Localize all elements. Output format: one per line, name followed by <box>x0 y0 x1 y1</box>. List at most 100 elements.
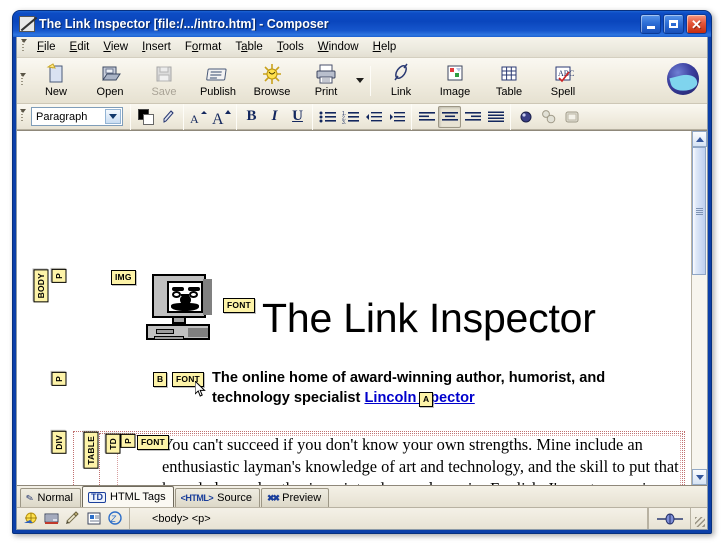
menubar-grip[interactable] <box>20 39 27 55</box>
scroll-up-arrow-icon <box>695 136 704 142</box>
tag-td[interactable]: TD <box>106 434 121 454</box>
tab-normal[interactable]: ✎ Normal <box>20 488 81 507</box>
italic-icon: I <box>271 108 278 124</box>
print-dropdown-button[interactable] <box>353 60 367 102</box>
window-title: The Link Inspector [file:/.../intro.htm]… <box>39 17 329 31</box>
svg-text:3.: 3. <box>342 120 346 124</box>
mouse-cursor <box>195 381 206 397</box>
bold-button[interactable]: B <box>240 106 263 128</box>
mozilla-lizard-icon[interactable] <box>667 63 699 95</box>
menu-help[interactable]: Help <box>366 39 404 55</box>
menu-edit[interactable]: Edit <box>63 39 97 55</box>
tag-table[interactable]: TABLE <box>84 432 99 469</box>
browser-status-icon[interactable] <box>23 511 39 526</box>
chat-status-icon[interactable]: Z <box>107 511 123 526</box>
tag-b[interactable]: B <box>153 372 168 387</box>
tag-p-2[interactable]: P <box>52 372 67 386</box>
bullet-list-button[interactable] <box>316 106 339 128</box>
document-canvas[interactable]: The Link Inspector The online home of aw… <box>17 131 691 485</box>
text-color-swatch[interactable] <box>134 106 157 128</box>
addressbook-status-icon[interactable] <box>86 511 102 526</box>
svg-text:A: A <box>190 112 199 125</box>
browse-sun-icon <box>260 63 284 85</box>
scroll-down-button[interactable] <box>692 469 707 485</box>
decrease-font-size-button[interactable]: A <box>187 106 210 128</box>
tag-div[interactable]: DIV <box>52 431 67 454</box>
tag-img[interactable]: IMG <box>111 270 136 285</box>
tag-p-1[interactable]: P <box>52 269 67 283</box>
chevron-down-icon <box>356 78 364 83</box>
hero-image[interactable] <box>144 274 214 340</box>
outdent-button[interactable] <box>362 106 385 128</box>
bullet-list-icon <box>319 111 336 122</box>
increase-font-size-button[interactable]: A <box>210 106 233 128</box>
tab-preview[interactable]: ✖✖ Preview <box>261 488 330 507</box>
window-titlebar[interactable]: The Link Inspector [file:/.../intro.htm]… <box>13 11 711 37</box>
scrollbar-thumb[interactable] <box>692 147 706 275</box>
statusbar: Z <body> <p> <box>17 507 707 529</box>
menu-insert[interactable]: Insert <box>135 39 178 55</box>
tag-font-1[interactable]: FONT <box>223 298 255 313</box>
indent-icon <box>389 111 405 121</box>
tag-font-3[interactable]: FONT <box>137 435 169 450</box>
insert-extra-button[interactable] <box>560 106 583 128</box>
maximize-button[interactable] <box>663 14 684 34</box>
open-button-label: Open <box>96 86 124 98</box>
align-left-button[interactable] <box>415 106 438 128</box>
tab-normal-label: Normal <box>37 492 73 504</box>
spell-button[interactable]: ABC Spell <box>536 60 590 102</box>
vertical-scrollbar[interactable] <box>691 131 707 485</box>
toolbar-grip[interactable] <box>19 72 26 89</box>
minimize-icon <box>646 26 655 29</box>
align-right-button[interactable] <box>461 106 484 128</box>
composer-window: The Link Inspector [file:/.../intro.htm]… <box>12 10 712 534</box>
open-button[interactable]: Open <box>83 60 137 102</box>
scrollbar-track[interactable] <box>692 147 707 469</box>
highlight-color-button[interactable] <box>157 106 180 128</box>
tab-source[interactable]: <HTML> Source <box>174 488 261 507</box>
close-button[interactable]: ✕ <box>686 14 707 34</box>
print-button[interactable]: Print <box>299 60 353 102</box>
tag-body[interactable]: BODY <box>34 269 49 303</box>
formatbar-grip[interactable] <box>19 108 26 125</box>
menu-table[interactable]: Table <box>228 39 270 55</box>
align-center-button[interactable] <box>438 105 461 128</box>
align-justify-button[interactable] <box>484 106 507 128</box>
save-button[interactable]: Save <box>137 60 191 102</box>
spellcheck-abc-icon: ABC <box>551 63 575 85</box>
image-button[interactable]: Image <box>428 60 482 102</box>
align-justify-icon <box>487 111 504 122</box>
table-grid-icon <box>497 63 521 85</box>
minimize-button[interactable] <box>640 14 661 34</box>
numbered-list-button[interactable]: 1. 2. 3. <box>339 106 362 128</box>
indent-button[interactable] <box>385 106 408 128</box>
numbered-list-icon: 1.2.3. <box>342 111 359 124</box>
menu-window[interactable]: Window <box>311 39 366 55</box>
menu-file[interactable]: File <box>30 39 63 55</box>
publish-button-label: Publish <box>199 86 237 98</box>
chevron-down-icon[interactable] <box>105 109 121 124</box>
scroll-up-button[interactable] <box>692 131 707 147</box>
browse-button-label: Browse <box>253 86 291 98</box>
composer-status-icon[interactable] <box>44 511 60 526</box>
tab-html-tags[interactable]: TD HTML Tags <box>82 486 174 507</box>
publish-button[interactable]: Publish <box>191 60 245 102</box>
table-button[interactable]: Table <box>482 60 536 102</box>
insert-object-button[interactable] <box>514 106 537 128</box>
new-button[interactable]: New <box>29 60 83 102</box>
menu-view[interactable]: View <box>96 39 135 55</box>
mail-status-icon[interactable] <box>65 511 81 526</box>
browse-button[interactable]: Browse <box>245 60 299 102</box>
network-status[interactable] <box>648 508 690 529</box>
underline-button[interactable]: U <box>286 106 309 128</box>
link-button[interactable]: Link <box>374 60 428 102</box>
italic-button[interactable]: I <box>263 106 286 128</box>
paragraph-style-select[interactable]: Paragraph <box>31 107 123 126</box>
tag-a[interactable]: A <box>419 392 434 407</box>
insert-shape-button[interactable] <box>537 106 560 128</box>
tag-p-3[interactable]: P <box>121 434 136 448</box>
menu-tools[interactable]: Tools <box>270 39 311 55</box>
menu-format[interactable]: Format <box>178 39 228 55</box>
maximize-icon <box>669 20 678 28</box>
resize-grip[interactable] <box>691 508 707 529</box>
